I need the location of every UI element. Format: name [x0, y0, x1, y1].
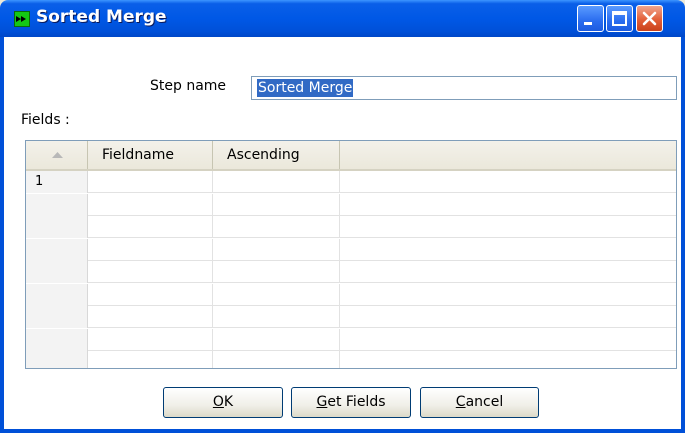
maximize-icon: [612, 11, 627, 26]
column-header-fieldname[interactable]: Fieldname: [88, 141, 213, 169]
fieldname-cell[interactable]: [88, 283, 213, 306]
table-row[interactable]: [26, 238, 676, 261]
filler-cell: [340, 351, 676, 368]
table-row[interactable]: [26, 261, 676, 283]
filler-cell: [340, 239, 676, 261]
column-header-ascending[interactable]: Ascending: [213, 141, 340, 169]
table-row[interactable]: [26, 216, 676, 238]
ascending-cell[interactable]: [213, 193, 340, 216]
fieldname-cell[interactable]: [88, 261, 213, 283]
ascending-cell[interactable]: [213, 261, 340, 283]
step-name-value: Sorted Merge: [257, 79, 354, 97]
ascending-cell[interactable]: [213, 171, 340, 193]
minimize-icon: [584, 22, 592, 25]
row-number: [26, 306, 88, 328]
get-fields-button[interactable]: Get Fields: [291, 387, 411, 418]
table-header: Fieldname Ascending: [26, 141, 676, 171]
window-frame-right: [681, 37, 685, 433]
title-bar[interactable]: Sorted Merge: [0, 0, 685, 37]
filler-cell: [340, 284, 676, 306]
table-row[interactable]: [26, 193, 676, 216]
column-header-filler: [340, 141, 676, 169]
fieldname-cell[interactable]: [88, 216, 213, 238]
fields-table[interactable]: Fieldname Ascending 1: [25, 140, 677, 369]
row-number: 1: [26, 171, 88, 193]
ascending-cell[interactable]: [213, 351, 340, 368]
row-number: [26, 238, 88, 261]
table-row[interactable]: [26, 351, 676, 368]
filler-cell: [340, 306, 676, 328]
filler-cell: [340, 171, 676, 193]
table-row[interactable]: [26, 283, 676, 306]
ascending-cell[interactable]: [213, 216, 340, 238]
ascending-cell[interactable]: [213, 328, 340, 351]
row-number: [26, 216, 88, 238]
filler-cell: [340, 216, 676, 238]
filler-cell: [340, 261, 676, 283]
row-number-header[interactable]: [26, 141, 88, 169]
dialog-window: Sorted Merge Step name Sorted Merge Fiel…: [0, 0, 685, 433]
fieldname-cell[interactable]: [88, 306, 213, 328]
fields-label: Fields :: [21, 112, 70, 128]
row-number: [26, 328, 88, 351]
fieldname-cell[interactable]: [88, 171, 213, 193]
ok-button[interactable]: OK: [163, 387, 283, 418]
step-name-label: Step name: [150, 78, 227, 94]
minimize-button[interactable]: [577, 5, 604, 32]
filler-cell: [340, 194, 676, 216]
row-number: [26, 351, 88, 368]
table-row[interactable]: [26, 328, 676, 351]
ascending-cell[interactable]: [213, 238, 340, 261]
filler-cell: [340, 329, 676, 351]
close-icon: [642, 11, 657, 26]
row-number: [26, 261, 88, 283]
table-row[interactable]: [26, 306, 676, 328]
fieldname-cell[interactable]: [88, 238, 213, 261]
window-frame-bottom: [0, 429, 685, 433]
row-number: [26, 193, 88, 216]
maximize-button[interactable]: [606, 5, 633, 32]
window-title: Sorted Merge: [36, 7, 167, 27]
sort-arrow-icon: [52, 152, 63, 158]
fieldname-cell[interactable]: [88, 328, 213, 351]
ascending-cell[interactable]: [213, 283, 340, 306]
ascending-cell[interactable]: [213, 306, 340, 328]
close-button[interactable]: [636, 5, 663, 32]
sorted-merge-step-icon: [14, 11, 30, 27]
table-row[interactable]: 1: [26, 171, 676, 193]
cancel-button[interactable]: Cancel: [420, 387, 539, 418]
step-name-input[interactable]: Sorted Merge: [251, 76, 677, 100]
row-number: [26, 283, 88, 306]
fieldname-cell[interactable]: [88, 193, 213, 216]
fieldname-cell[interactable]: [88, 351, 213, 368]
